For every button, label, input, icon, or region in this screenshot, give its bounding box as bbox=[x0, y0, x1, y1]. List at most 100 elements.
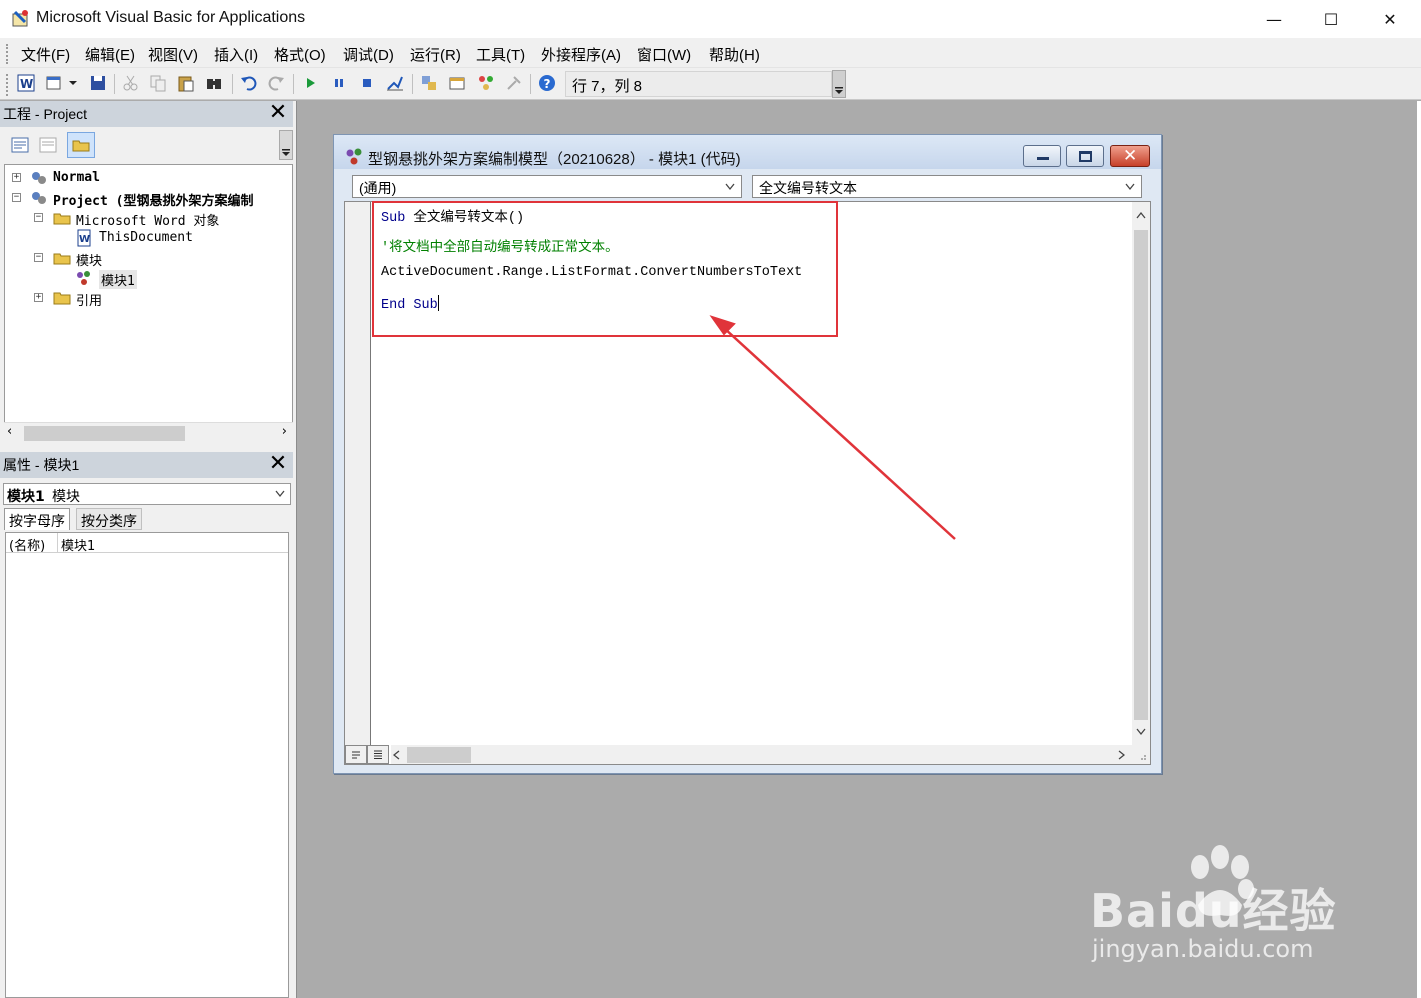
property-value: 模块1 bbox=[61, 539, 96, 554]
properties-list: (名称) 模块1 bbox=[5, 532, 289, 998]
size-grip[interactable] bbox=[1132, 745, 1150, 764]
cut-icon[interactable] bbox=[121, 73, 141, 93]
tree-label-references: 引用 bbox=[76, 294, 103, 309]
collapse-icon[interactable]: − bbox=[12, 193, 21, 202]
close-icon: ✕ bbox=[1123, 146, 1138, 166]
chevron-down-icon bbox=[725, 183, 735, 191]
code-horizontal-scrollbar[interactable] bbox=[391, 745, 1132, 764]
menu-run[interactable]: 运行(R) bbox=[410, 44, 461, 65]
menu-addins[interactable]: 外接程序(A) bbox=[541, 44, 621, 65]
tree-label-word-objects: Microsoft Word 对象 bbox=[76, 214, 220, 229]
find-icon[interactable] bbox=[204, 73, 224, 93]
tab-categorized[interactable]: 按分类序 bbox=[76, 508, 142, 530]
project-explorer-icon[interactable] bbox=[419, 73, 439, 93]
chevron-right-icon[interactable] bbox=[1117, 750, 1125, 760]
help-icon[interactable]: ? bbox=[537, 73, 557, 93]
view-code-icon[interactable] bbox=[10, 136, 30, 154]
chevron-down-icon[interactable] bbox=[1136, 728, 1146, 736]
view-object-icon[interactable] bbox=[38, 136, 58, 154]
chevron-left-icon[interactable]: ‹ bbox=[7, 424, 12, 439]
reset-icon[interactable] bbox=[357, 73, 377, 93]
menu-edit[interactable]: 编辑(E) bbox=[85, 44, 135, 65]
property-row[interactable]: (名称) 模块1 bbox=[6, 533, 288, 554]
menu-insert[interactable]: 插入(I) bbox=[214, 44, 258, 65]
code-close-button[interactable]: ✕ bbox=[1110, 145, 1150, 167]
menu-help[interactable]: 帮助(H) bbox=[709, 44, 760, 65]
code-window-title-bar[interactable]: 型钢悬挑外架方案编制模型（20210628） - 模块1 (代码) ✕ bbox=[334, 135, 1161, 169]
open-folder-icon bbox=[53, 213, 71, 225]
menu-tools[interactable]: 工具(T) bbox=[476, 44, 525, 65]
collapse-icon[interactable]: − bbox=[34, 213, 43, 222]
word-icon[interactable]: W bbox=[16, 73, 36, 93]
property-divider bbox=[57, 533, 58, 553]
module-icon bbox=[346, 148, 362, 165]
standard-toolbar: W ? 行 7，列 8 bbox=[0, 68, 1421, 100]
toggle-folders-button[interactable] bbox=[67, 132, 95, 158]
run-icon[interactable] bbox=[301, 73, 321, 93]
full-module-view-button[interactable] bbox=[367, 745, 389, 764]
procedure-view-button[interactable] bbox=[345, 745, 367, 764]
toolbar-grip[interactable] bbox=[6, 74, 9, 96]
undo-icon[interactable] bbox=[239, 73, 259, 93]
folder-icon bbox=[53, 292, 71, 305]
break-icon[interactable] bbox=[329, 73, 349, 93]
project-toolbar-overflow[interactable] bbox=[279, 130, 293, 160]
watermark-brand-head: Bai bbox=[1090, 884, 1175, 938]
scroll-thumb[interactable] bbox=[1134, 230, 1148, 720]
properties-icon[interactable] bbox=[447, 73, 467, 93]
window-title: Microsoft Visual Basic for Applications bbox=[36, 9, 306, 26]
tab-alphabetic[interactable]: 按字母序 bbox=[4, 508, 70, 530]
menu-grip[interactable] bbox=[6, 44, 9, 64]
module-icon bbox=[77, 271, 90, 285]
procedure-combo[interactable]: 全文编号转文本 bbox=[752, 175, 1142, 198]
toolbar-separator bbox=[530, 74, 531, 94]
svg-text:W: W bbox=[79, 234, 90, 245]
expand-icon[interactable]: + bbox=[12, 173, 21, 182]
tree-label-modules: 模块 bbox=[76, 254, 103, 269]
code-margin[interactable] bbox=[345, 202, 371, 745]
maximize-button[interactable]: ☐ bbox=[1302, 0, 1360, 38]
code-restore-button[interactable] bbox=[1066, 145, 1104, 167]
close-button[interactable]: ✕ bbox=[1361, 0, 1419, 38]
paste-icon[interactable] bbox=[176, 73, 196, 93]
word-document-icon: W bbox=[77, 229, 91, 247]
code-minimize-button[interactable] bbox=[1023, 145, 1061, 167]
scroll-thumb[interactable] bbox=[407, 747, 471, 763]
properties-pane-close-button[interactable]: ✕ bbox=[266, 453, 290, 477]
procedure-combo-text: 全文编号转文本 bbox=[759, 180, 857, 196]
minimize-button[interactable]: — bbox=[1245, 0, 1303, 38]
menu-format[interactable]: 格式(O) bbox=[274, 44, 326, 65]
project-pane-close-button[interactable]: ✕ bbox=[266, 102, 290, 126]
chevron-up-icon[interactable] bbox=[1136, 212, 1146, 220]
menu-window[interactable]: 窗口(W) bbox=[637, 44, 691, 65]
toolbox-icon[interactable] bbox=[504, 73, 524, 93]
toolbar-options-button[interactable] bbox=[832, 70, 846, 98]
toolbar-separator bbox=[293, 74, 294, 94]
object-browser-icon[interactable] bbox=[476, 73, 496, 93]
redo-icon[interactable] bbox=[266, 73, 286, 93]
procedure-view-icon bbox=[352, 751, 360, 759]
menu-debug[interactable]: 调试(D) bbox=[343, 44, 394, 65]
properties-object-combo[interactable]: 模块1 模块 bbox=[3, 483, 291, 505]
menu-file[interactable]: 文件(F) bbox=[21, 44, 70, 65]
chevron-right-icon[interactable]: › bbox=[282, 424, 287, 439]
watermark-url: jingyan.baidu.com bbox=[1092, 935, 1314, 963]
project-horizontal-scrollbar[interactable]: ‹ › bbox=[4, 422, 293, 442]
tree-label-this-document: ThisDocument bbox=[99, 230, 193, 245]
properties-combo-name: 模块1 bbox=[7, 489, 45, 505]
chevron-left-icon[interactable] bbox=[393, 750, 401, 760]
insert-userform-icon[interactable] bbox=[45, 73, 65, 93]
menu-view[interactable]: 视图(V) bbox=[148, 44, 198, 65]
expand-icon[interactable]: + bbox=[34, 293, 43, 302]
window-right-border bbox=[1417, 101, 1421, 998]
chevron-down-icon[interactable] bbox=[66, 73, 80, 93]
code-vertical-scrollbar[interactable] bbox=[1132, 202, 1150, 745]
design-mode-icon[interactable] bbox=[385, 73, 405, 93]
save-icon[interactable] bbox=[88, 73, 108, 93]
tree-label-normal: Normal bbox=[53, 170, 100, 185]
object-combo[interactable]: (通用) bbox=[352, 175, 742, 198]
chevron-down-icon bbox=[835, 87, 843, 94]
collapse-icon[interactable]: − bbox=[34, 253, 43, 262]
scroll-thumb[interactable] bbox=[24, 426, 185, 441]
copy-icon[interactable] bbox=[148, 73, 168, 93]
